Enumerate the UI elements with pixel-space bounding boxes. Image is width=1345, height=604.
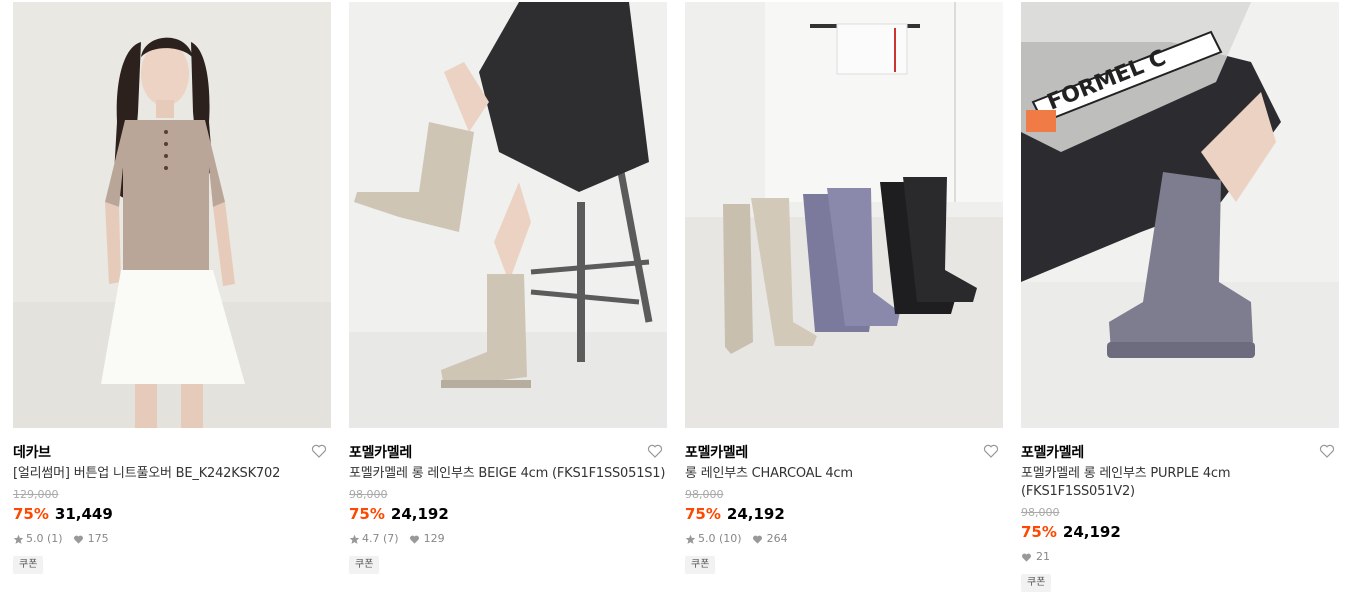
product-image[interactable]: FORMEL C [1021, 2, 1339, 428]
product-title[interactable]: 포멜카멜레 롱 레인부츠 BEIGE 4cm (FKS1F1SS051S1) [349, 465, 667, 483]
wishlist-heart-icon[interactable] [983, 443, 999, 459]
wishlist-heart-icon[interactable] [1319, 443, 1335, 459]
coupon-badge: 쿠폰 [349, 556, 380, 574]
rating-text: 5.0 (10) [698, 532, 742, 545]
product-title-line2[interactable]: (FKS1F1SS051V2) [1021, 483, 1339, 501]
like-count: 21 [1036, 550, 1050, 563]
sale-price: 24,192 [726, 505, 785, 523]
star-icon [685, 534, 696, 544]
like-heart-icon [1022, 553, 1031, 562]
original-price: 129,000 [13, 488, 59, 501]
coupon-badge: 쿠폰 [685, 556, 716, 574]
like-heart-icon [409, 535, 419, 544]
brand-name[interactable]: 포멜카멜레 [1021, 445, 1084, 461]
product-image[interactable] [349, 2, 667, 428]
product-title-line1[interactable]: 포멜카멜레 롱 레인부츠 PURPLE 4cm [1021, 465, 1339, 483]
rating-text: 5.0 (1) [26, 532, 63, 545]
brand-name[interactable]: 데카브 [13, 445, 51, 461]
discount-rate: 75% [1021, 523, 1057, 541]
wishlist-heart-icon[interactable] [311, 443, 327, 459]
like-heart-icon [752, 535, 762, 544]
original-price: 98,000 [685, 488, 724, 501]
product-title[interactable]: [얼리썸머] 버튼업 니트풀오버 BE_K242KSK702 [13, 465, 331, 483]
sale-price: 31,449 [54, 505, 113, 523]
discount-rate: 75% [685, 505, 721, 523]
brand-name[interactable]: 포멜카멜레 [685, 445, 748, 461]
product-card[interactable]: 포멜카멜레 포멜카멜레 롱 레인부츠 BEIGE 4cm (FKS1F1SS05… [349, 0, 667, 574]
rating-text: 4.7 (7) [362, 532, 399, 545]
product-image[interactable] [13, 2, 331, 428]
product-card[interactable]: 데카브 [얼리썸머] 버튼업 니트풀오버 BE_K242KSK702 129,0… [13, 0, 331, 574]
star-icon [13, 534, 24, 544]
coupon-badge: 쿠폰 [1021, 574, 1052, 592]
wishlist-heart-icon[interactable] [647, 443, 663, 459]
product-card[interactable]: 포멜카멜레 롱 레인부츠 CHARCOAL 4cm 98,000 75% 24,1… [685, 0, 1003, 574]
coupon-badge: 쿠폰 [13, 556, 44, 574]
discount-rate: 75% [349, 505, 385, 523]
original-price: 98,000 [1021, 506, 1060, 519]
like-count: 129 [423, 532, 445, 545]
discount-rate: 75% [13, 505, 49, 523]
product-title[interactable]: 포멜카멜레 롱 레인부츠 PURPLE 4cm (FKS1F1SS051V2) [1021, 465, 1339, 501]
brand-name[interactable]: 포멜카멜레 [349, 445, 412, 461]
star-icon [349, 534, 360, 544]
product-image[interactable] [685, 2, 1003, 428]
like-heart-icon [73, 535, 83, 544]
like-count: 264 [766, 532, 788, 545]
product-card[interactable]: FORMEL C 포멜카멜레 포멜카멜레 롱 레인부츠 PURPLE 4cm (… [1021, 0, 1339, 592]
sale-price: 24,192 [390, 505, 449, 523]
product-title[interactable]: 롱 레인부츠 CHARCOAL 4cm [685, 465, 1003, 483]
sale-price: 24,192 [1062, 523, 1121, 541]
original-price: 98,000 [349, 488, 388, 501]
like-count: 175 [87, 532, 109, 545]
